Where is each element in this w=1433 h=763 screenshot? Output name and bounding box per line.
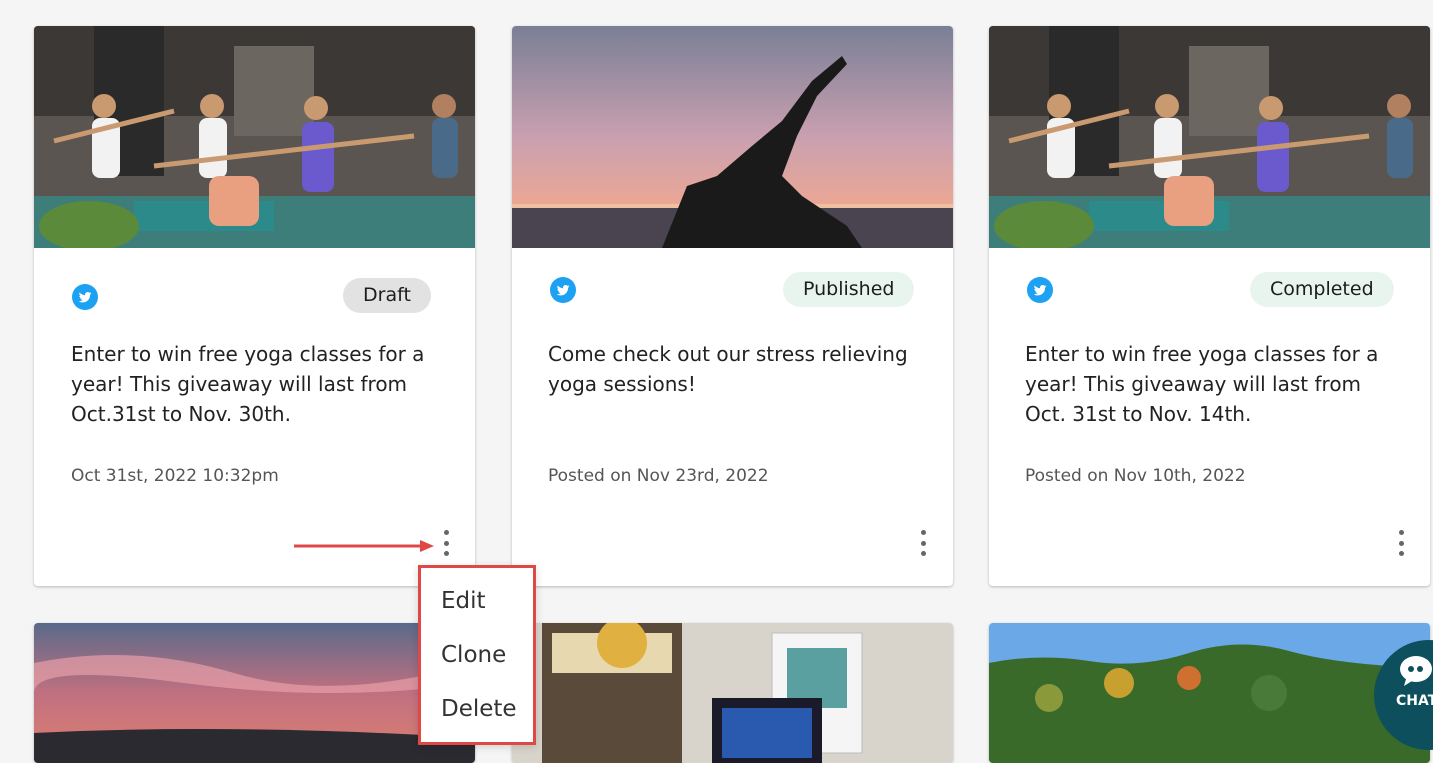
post-card-4[interactable] — [34, 623, 475, 763]
post-description: Enter to win free yoga classes for a yea… — [71, 342, 425, 426]
menu-item-edit[interactable]: Edit — [441, 588, 486, 614]
post-image — [989, 26, 1430, 248]
pointer-arrow-icon — [294, 540, 434, 552]
post-date: Posted on Nov 10th, 2022 — [1025, 466, 1246, 486]
post-card-1[interactable]: Draft Enter to win free yoga classes for… — [34, 26, 475, 586]
twitter-icon — [72, 284, 98, 310]
post-image — [989, 623, 1430, 763]
twitter-icon — [1027, 277, 1053, 303]
status-badge: Completed — [1250, 272, 1394, 307]
more-options-icon[interactable] — [436, 528, 456, 558]
post-image — [512, 26, 953, 248]
post-image — [512, 623, 953, 763]
post-card-2[interactable]: Published Come check out our stress reli… — [512, 26, 953, 586]
post-card-6[interactable] — [989, 623, 1430, 763]
twitter-icon — [550, 277, 576, 303]
more-options-icon[interactable] — [913, 528, 933, 558]
post-image — [34, 26, 475, 248]
status-badge: Draft — [343, 278, 431, 313]
more-options-icon[interactable] — [1391, 528, 1411, 558]
chat-label: CHAT — [1396, 693, 1433, 709]
status-badge: Published — [783, 272, 915, 307]
chat-bubble-icon — [1400, 656, 1432, 686]
post-description: Enter to win free yoga classes for a yea… — [1025, 342, 1379, 426]
post-image — [34, 623, 475, 763]
post-date: Oct 31st, 2022 10:32pm — [71, 466, 279, 486]
context-menu: Edit Clone Delete — [418, 565, 536, 745]
post-card-3[interactable]: Completed Enter to win free yoga classes… — [989, 26, 1430, 586]
menu-item-delete[interactable]: Delete — [441, 696, 517, 722]
post-description: Come check out our stress relieving yoga… — [548, 342, 908, 396]
post-date: Posted on Nov 23rd, 2022 — [548, 466, 769, 486]
post-card-5[interactable] — [512, 623, 953, 763]
menu-item-clone[interactable]: Clone — [441, 642, 506, 668]
